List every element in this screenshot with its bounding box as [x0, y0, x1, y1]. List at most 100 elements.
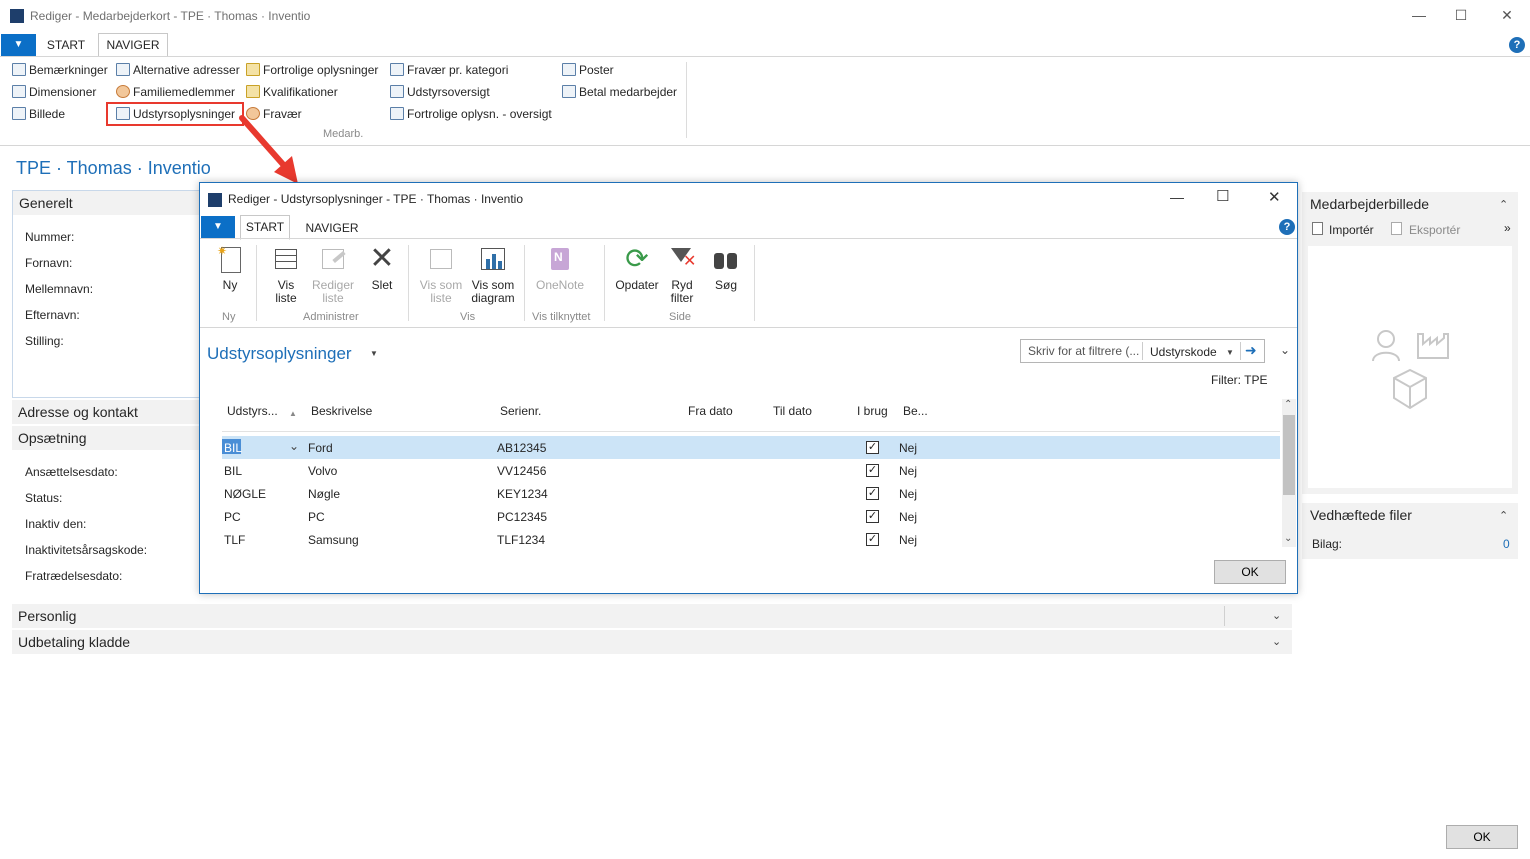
in-use-checkbox[interactable]: ✓: [866, 441, 879, 454]
cell-serial[interactable]: VV12456: [497, 464, 546, 478]
col-be[interactable]: Be...: [903, 404, 928, 418]
cell-serial[interactable]: AB12345: [497, 441, 546, 455]
modal-maximize-button[interactable]: ☐: [1216, 187, 1229, 205]
cell-desc[interactable]: Ford: [308, 441, 333, 455]
in-use-checkbox[interactable]: ✓: [866, 510, 879, 523]
cell-desc[interactable]: Volvo: [308, 464, 337, 478]
modal-menu-dropdown[interactable]: ▼: [201, 216, 235, 238]
in-use-checkbox[interactable]: ✓: [866, 533, 879, 546]
cell-code[interactable]: BIL: [224, 441, 242, 455]
col-beskrivelse[interactable]: Beskrivelse: [311, 404, 372, 418]
scroll-up-icon[interactable]: ⌃: [1284, 399, 1292, 410]
filter-field-dropdown-icon[interactable]: ▼: [1226, 348, 1234, 357]
cell-serial[interactable]: TLF1234: [497, 533, 545, 547]
expand-filter-icon[interactable]: ⌄: [1280, 343, 1290, 357]
ribbon-dimensioner[interactable]: Dimensioner: [12, 83, 96, 101]
ribbon-udstyrsoversigt[interactable]: Udstyrsoversigt: [390, 83, 490, 101]
group-label-vis-tilknyttet: Vis tilknyttet: [532, 311, 591, 323]
fasttab-udbetaling[interactable]: Udbetaling kladde: [12, 630, 1292, 654]
more-icon[interactable]: »: [1504, 221, 1511, 235]
fasttab-personlig[interactable]: Personlig: [12, 604, 1292, 628]
main-ok-button[interactable]: OK: [1446, 825, 1518, 849]
entries-icon: [562, 63, 576, 76]
modal-close-button[interactable]: ✕: [1268, 188, 1281, 206]
modal-tab-start[interactable]: START: [240, 215, 290, 240]
factbox-picture-header[interactable]: Medarbejderbillede: [1302, 192, 1518, 216]
modal-minimize-button[interactable]: —: [1170, 189, 1184, 205]
cell-be[interactable]: Nej: [899, 533, 917, 547]
scroll-down-icon[interactable]: ⌄: [1284, 533, 1292, 544]
list-title[interactable]: Udstyrsoplysninger: [207, 344, 352, 364]
modal-help-icon[interactable]: ?: [1279, 219, 1295, 235]
ribbon-alternative-adresser[interactable]: Alternative adresser: [116, 61, 240, 79]
cell-serial[interactable]: KEY1234: [497, 487, 548, 501]
list-title-dropdown-icon[interactable]: ▼: [370, 349, 378, 358]
tab-naviger[interactable]: NAVIGER: [98, 33, 168, 58]
chevron-up-icon[interactable]: ⌃: [1499, 509, 1508, 522]
scrollbar-thumb[interactable]: [1283, 415, 1295, 495]
onenote-button: N OneNote: [532, 245, 588, 292]
fasttab-adresse[interactable]: Adresse og kontakt: [12, 400, 202, 424]
row-code-dropdown-icon[interactable]: ⌄: [289, 439, 299, 453]
in-use-checkbox[interactable]: ✓: [866, 464, 879, 477]
vis-liste-button[interactable]: Vis liste: [266, 245, 306, 305]
vis-som-liste-button: Vis som liste: [416, 245, 466, 305]
modal-ok-button[interactable]: OK: [1214, 560, 1286, 584]
col-til-dato[interactable]: Til dato: [773, 404, 812, 418]
in-use-checkbox[interactable]: ✓: [866, 487, 879, 500]
filter-apply-arrow-icon[interactable]: ➜: [1245, 342, 1257, 359]
cell-desc[interactable]: Nøgle: [308, 487, 340, 501]
cell-serial[interactable]: PC12345: [497, 510, 547, 524]
factbox-attachments-header[interactable]: Vedhæftede filer: [1302, 503, 1518, 527]
tab-start[interactable]: START: [42, 38, 90, 56]
edit-list-icon: [318, 245, 348, 275]
chevron-down-icon[interactable]: ⌄: [1272, 609, 1281, 622]
fasttab-opsaetning[interactable]: Opsætning: [12, 426, 202, 450]
fasttab-generelt[interactable]: Generelt: [13, 191, 203, 215]
col-i-brug[interactable]: I brug: [857, 404, 888, 418]
filter-field-select[interactable]: Udstyrskode: [1150, 345, 1217, 359]
ribbon-bemaerkninger[interactable]: Bemærkninger: [12, 61, 108, 79]
app-menu-dropdown[interactable]: ▼: [1, 34, 36, 56]
ryd-filter-button[interactable]: ✕ Ryd filter: [662, 245, 702, 305]
bilag-value[interactable]: 0: [1503, 537, 1510, 551]
chevron-down-icon[interactable]: ⌄: [1272, 635, 1281, 648]
cell-be[interactable]: Nej: [899, 464, 917, 478]
vis-som-diagram-button[interactable]: Vis som diagram: [468, 245, 518, 305]
cell-be[interactable]: Nej: [899, 510, 917, 524]
cell-code[interactable]: NØGLE: [224, 487, 266, 501]
cell-desc[interactable]: Samsung: [308, 533, 359, 547]
close-button[interactable]: ✕: [1484, 0, 1530, 30]
chevron-up-icon[interactable]: ⌃: [1499, 198, 1508, 211]
soeg-button[interactable]: Søg: [708, 245, 744, 292]
minimize-button[interactable]: —: [1396, 0, 1442, 30]
col-serienr[interactable]: Serienr.: [500, 404, 541, 418]
ribbon-betal-medarbejder[interactable]: Betal medarbejder: [562, 83, 677, 101]
import-icon[interactable]: [1312, 222, 1323, 235]
cell-code[interactable]: TLF: [224, 533, 245, 547]
slet-button[interactable]: ✕ Slet: [364, 244, 400, 292]
ribbon-fortrolige-oversigt[interactable]: Fortrolige oplysn. - oversigt: [390, 105, 552, 123]
modal-tab-naviger[interactable]: NAVIGER: [300, 221, 364, 239]
col-fra-dato[interactable]: Fra dato: [688, 404, 733, 418]
ribbon-poster[interactable]: Poster: [562, 61, 614, 79]
cell-code[interactable]: PC: [224, 510, 241, 524]
field-stilling: Stilling:: [25, 334, 64, 348]
ribbon-fravaer-kategori[interactable]: Fravær pr. kategori: [390, 61, 508, 79]
cell-desc[interactable]: PC: [308, 510, 325, 524]
cell-be[interactable]: Nej: [899, 487, 917, 501]
filter-search-input[interactable]: Skriv for at filtrere (...: [1028, 344, 1139, 358]
import-button[interactable]: Importér: [1329, 223, 1374, 237]
ribbon-billede[interactable]: Billede: [12, 105, 65, 123]
ribbon-kvalifikationer[interactable]: Kvalifikationer: [246, 83, 338, 101]
col-udstyrskode[interactable]: Udstyrs...: [227, 404, 278, 418]
maximize-button[interactable]: ☐: [1438, 0, 1484, 30]
ny-button[interactable]: ✷ Ny: [212, 245, 248, 292]
help-icon[interactable]: ?: [1509, 37, 1525, 53]
ribbon-familiemedlemmer[interactable]: Familiemedlemmer: [116, 83, 235, 101]
cell-code[interactable]: BIL: [224, 464, 242, 478]
opdater-button[interactable]: ⟳ Opdater: [612, 245, 662, 292]
ribbon-fortrolige-oplysninger[interactable]: Fortrolige oplysninger: [246, 61, 378, 79]
cell-be[interactable]: Nej: [899, 441, 917, 455]
modal-app-icon: [208, 193, 222, 207]
